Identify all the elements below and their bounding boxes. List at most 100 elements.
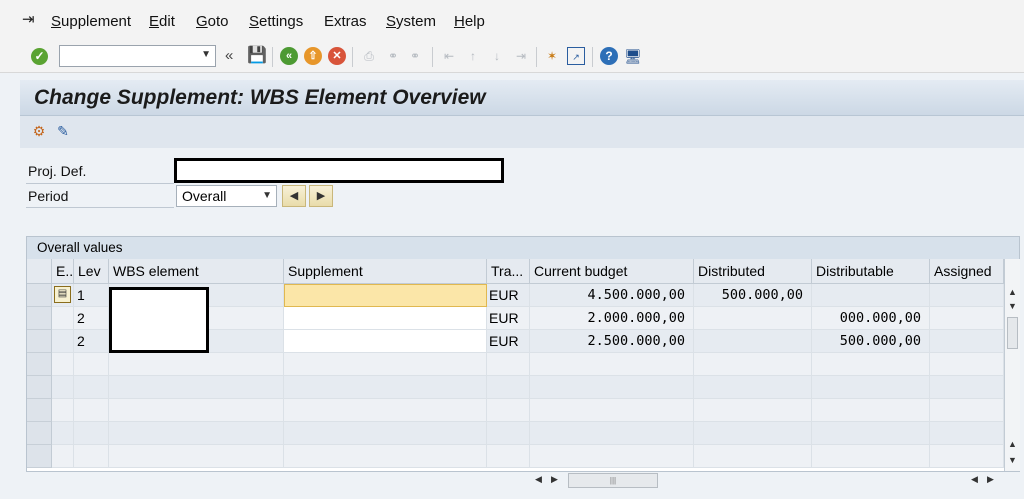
scroll-thumb[interactable] <box>1007 317 1018 349</box>
page-title: Change Supplement: WBS Element Overview <box>34 86 486 109</box>
empty-cell <box>812 422 930 445</box>
empty-cell <box>74 399 109 422</box>
toolbar-separator <box>272 47 273 67</box>
menu-supplement[interactable]: Supplement <box>51 13 131 30</box>
empty-cell <box>930 353 1004 376</box>
empty-cell <box>694 399 812 422</box>
menu-extras[interactable]: Extras <box>324 13 367 30</box>
table-title: Overall values <box>27 237 1019 259</box>
column-header-lev[interactable]: Lev <box>74 259 109 284</box>
supplement-input[interactable] <box>284 330 487 353</box>
empty-cell <box>52 353 74 376</box>
row-selector[interactable] <box>27 376 52 399</box>
assigned-cell <box>930 307 1004 330</box>
row-selector[interactable] <box>27 284 52 307</box>
column-header-transaction-currency[interactable]: Tra... <box>487 259 530 284</box>
exit-icon[interactable]: ⇧ <box>304 47 322 65</box>
menu-settings[interactable]: Settings <box>249 13 303 30</box>
collapse-command-field-icon[interactable]: « <box>225 47 233 64</box>
currency-cell: EUR <box>487 284 530 307</box>
empty-cell <box>284 422 487 445</box>
find-icon[interactable]: ⚭ <box>384 47 402 65</box>
column-header-supplement[interactable]: Supplement <box>284 259 487 284</box>
save-icon[interactable]: 💾 <box>247 47 267 65</box>
scroll-down-icon[interactable]: ▼ <box>1008 455 1017 465</box>
select-all-header[interactable] <box>27 259 52 284</box>
row-selector[interactable] <box>27 353 52 376</box>
currency-cell: EUR <box>487 330 530 353</box>
chevron-down-icon[interactable]: ▼ <box>262 186 272 206</box>
previous-period-button[interactable]: ◀ <box>282 185 306 207</box>
column-header-e[interactable]: E... <box>52 259 74 284</box>
supplement-input[interactable] <box>284 284 487 307</box>
supplement-input[interactable] <box>284 307 487 330</box>
hierarchy-icon[interactable]: ⚙ <box>30 122 48 140</box>
row-selector[interactable] <box>27 330 52 353</box>
first-page-icon[interactable]: ⇤ <box>440 47 458 65</box>
command-field[interactable]: ▼ <box>59 45 216 67</box>
help-icon[interactable]: ? <box>600 47 618 65</box>
scroll-left-icon[interactable]: ◀ <box>971 474 978 485</box>
empty-cell <box>694 445 812 468</box>
find-next-icon[interactable]: ⚭ <box>406 47 424 65</box>
screen-title-bar: Change Supplement: WBS Element Overview <box>20 80 1024 116</box>
empty-cell <box>74 422 109 445</box>
edit-icon[interactable]: ✎ <box>54 122 72 140</box>
empty-cell <box>530 376 694 399</box>
scroll-up-icon[interactable]: ▲ <box>1008 287 1017 297</box>
vertical-scrollbar[interactable]: ▲ ▼ ▲ ▼ <box>1004 259 1020 471</box>
currency-cell: EUR <box>487 307 530 330</box>
menu-bar: ⇥ Supplement Edit Goto Settings Extras S… <box>0 0 1024 42</box>
row-selector[interactable] <box>27 307 52 330</box>
row-selector[interactable] <box>27 422 52 445</box>
empty-cell <box>487 376 530 399</box>
empty-cell <box>487 353 530 376</box>
exit-session-icon[interactable]: ⇥ <box>22 12 38 28</box>
label-underline <box>26 207 174 208</box>
menu-goto[interactable]: Goto <box>196 13 229 30</box>
empty-cell <box>109 399 284 422</box>
column-header-current-budget[interactable]: Current budget <box>530 259 694 284</box>
scroll-left-icon[interactable]: ◀ <box>535 474 542 485</box>
menu-help[interactable]: Help <box>454 13 485 30</box>
menu-system[interactable]: System <box>386 13 436 30</box>
generate-shortcut-icon[interactable]: ↗ <box>567 47 585 65</box>
empty-cell <box>284 376 487 399</box>
create-session-icon[interactable]: ✶ <box>543 47 561 65</box>
empty-cell <box>52 399 74 422</box>
detail-icon[interactable]: ▤ <box>54 286 71 303</box>
print-icon[interactable]: ⎙ <box>360 47 378 65</box>
column-header-distributed[interactable]: Distributed <box>694 259 812 284</box>
chevron-down-icon[interactable]: ▼ <box>201 49 211 60</box>
wbs-element-redaction <box>109 287 209 353</box>
period-dropdown[interactable]: Overall ▼ <box>176 185 277 207</box>
next-period-button[interactable]: ▶ <box>309 185 333 207</box>
menu-edit[interactable]: Edit <box>149 13 175 30</box>
proj-def-field[interactable] <box>174 158 504 183</box>
scroll-thumb[interactable]: ||| <box>568 473 658 488</box>
column-header-distributable[interactable]: Distributable <box>812 259 930 284</box>
back-icon[interactable]: « <box>280 47 298 65</box>
column-header-wbs-element[interactable]: WBS element <box>109 259 284 284</box>
scroll-down-icon[interactable]: ▼ <box>1008 301 1017 311</box>
proj-def-label: Proj. Def. <box>28 163 87 179</box>
cancel-icon[interactable]: ✕ <box>328 47 346 65</box>
empty-cell <box>530 353 694 376</box>
column-header-assigned[interactable]: Assigned <box>930 259 1004 284</box>
next-page-icon[interactable]: ↓ <box>488 47 506 65</box>
customize-layout-icon[interactable]: 🖥 <box>624 47 642 65</box>
row-selector[interactable] <box>27 399 52 422</box>
empty-cell <box>812 445 930 468</box>
empty-cell <box>530 422 694 445</box>
enter-icon[interactable]: ✓ <box>31 48 48 65</box>
horizontal-scrollbar[interactable]: ◀ ▶ ||| ◀ ▶ <box>26 472 1020 490</box>
empty-cell <box>930 422 1004 445</box>
empty-cell <box>694 376 812 399</box>
empty-cell <box>530 445 694 468</box>
scroll-up-icon[interactable]: ▲ <box>1008 439 1017 449</box>
row-selector[interactable] <box>27 445 52 468</box>
scroll-right-icon[interactable]: ▶ <box>551 474 558 485</box>
scroll-right-icon[interactable]: ▶ <box>987 474 994 485</box>
previous-page-icon[interactable]: ↑ <box>464 47 482 65</box>
last-page-icon[interactable]: ⇥ <box>512 47 530 65</box>
